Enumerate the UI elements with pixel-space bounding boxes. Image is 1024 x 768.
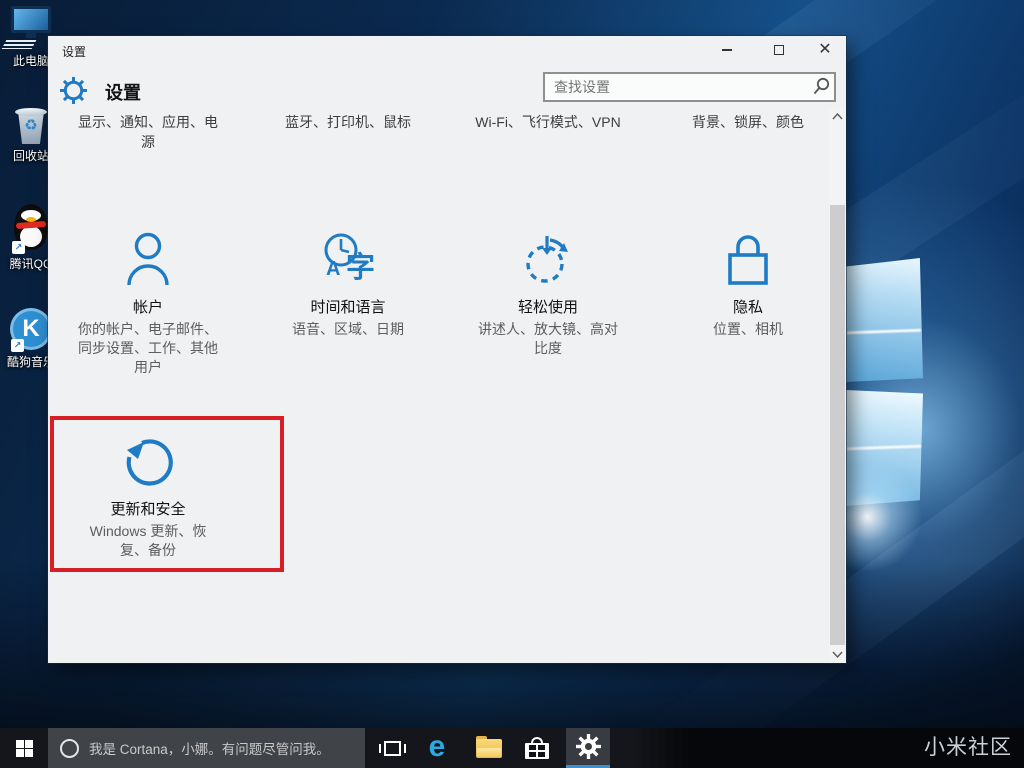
tile-time-language[interactable]: A 字 时间和语言 语音、区域、日期 — [253, 229, 443, 339]
ease-of-access-icon — [453, 229, 643, 287]
scroll-up-icon[interactable] — [829, 108, 846, 125]
window-title: 设置 — [62, 43, 86, 60]
minimize-icon — [722, 49, 732, 51]
tile-subtitle: 你的帐户、电子邮件、 同步设置、工作、其他 用户 — [53, 320, 243, 377]
category-personalization[interactable]: 背景、锁屏、颜色 — [653, 112, 843, 132]
category-network[interactable]: Wi-Fi、飞行模式、VPN — [453, 112, 643, 132]
tile-ease-of-access[interactable]: 轻松使用 讲述人、放大镜、高对 比度 — [453, 229, 643, 358]
settings-window: 设置 ✕ 设置 — [48, 36, 846, 663]
tile-privacy[interactable]: 隐私 位置、相机 — [653, 229, 843, 339]
search-icon[interactable] — [810, 76, 834, 98]
settings-gear-icon — [60, 77, 87, 109]
title-bar[interactable]: 设置 ✕ — [48, 36, 846, 64]
desktop: 此电脑 ♻ 回收站 ↗ 腾讯QQ K ↗ 酷狗音乐 设置 ✕ — [0, 0, 1024, 768]
shortcut-arrow-icon: ↗ — [12, 241, 25, 254]
scrollbar[interactable] — [829, 108, 846, 663]
user-icon — [53, 229, 243, 287]
category-devices[interactable]: 蓝牙、打印机、鼠标 — [253, 112, 443, 132]
page-title: 设置 — [105, 79, 141, 105]
recycle-bin-icon: ♻ — [14, 106, 48, 144]
clock-language-icon: A 字 — [253, 229, 443, 287]
shortcut-arrow-icon: ↗ — [11, 339, 24, 352]
kugou-icon: K ↗ — [10, 308, 52, 350]
lock-icon — [653, 229, 843, 287]
tile-subtitle: 位置、相机 — [653, 320, 843, 339]
tile-subtitle: 讲述人、放大镜、高对 比度 — [453, 320, 643, 358]
tile-title: 隐私 — [653, 296, 843, 317]
tile-accounts[interactable]: 帐户 你的帐户、电子邮件、 同步设置、工作、其他 用户 — [53, 229, 243, 377]
maximize-icon — [774, 45, 784, 55]
highlight-rectangle — [50, 416, 284, 572]
tile-title: 帐户 — [53, 296, 243, 317]
scroll-down-icon[interactable] — [829, 646, 846, 663]
minimize-button[interactable] — [710, 36, 744, 64]
close-icon: ✕ — [818, 42, 831, 58]
watermark: 小米社区 — [0, 731, 1012, 761]
search-input[interactable] — [545, 79, 810, 95]
tile-title: 轻松使用 — [453, 296, 643, 317]
qq-penguin-icon: ↗ — [11, 202, 51, 252]
scrollbar-thumb[interactable] — [830, 205, 845, 645]
windows-logo-pane — [845, 258, 923, 382]
tile-subtitle: 语音、区域、日期 — [253, 320, 443, 339]
category-system[interactable]: 显示、通知、应用、电 源 — [53, 112, 243, 152]
maximize-button[interactable] — [762, 36, 796, 64]
close-button[interactable]: ✕ — [808, 36, 842, 64]
tile-title: 时间和语言 — [253, 296, 443, 317]
search-box[interactable] — [543, 72, 836, 102]
